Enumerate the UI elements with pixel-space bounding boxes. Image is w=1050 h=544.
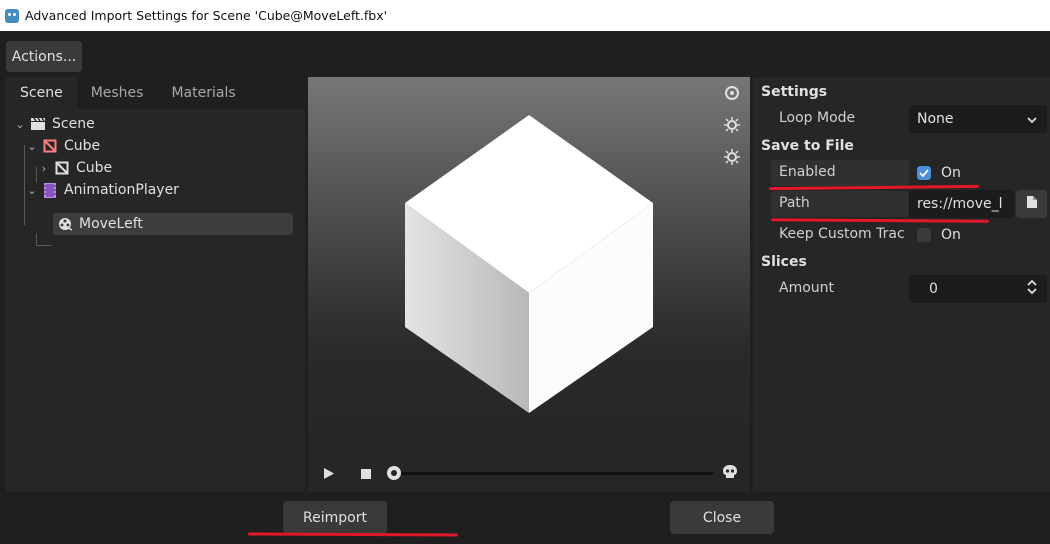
scene-tree: ⌄ Scene ⌄ Cube › Cube ⌄ AnimationPlayer … (6, 109, 305, 492)
preview-viewport[interactable] (308, 77, 750, 453)
path-label: Path (779, 195, 810, 211)
tree-guide-line (36, 245, 52, 246)
chevron-down-icon (1027, 111, 1037, 127)
checkbox-empty-icon (917, 228, 931, 242)
window-title: Advanced Import Settings for Scene 'Cube… (25, 8, 388, 23)
play-icon[interactable] (324, 467, 334, 483)
animation-player-icon (42, 182, 58, 198)
chevron-right-icon[interactable]: › (38, 162, 50, 175)
tree-guide-line (36, 233, 37, 245)
save-to-file-header: Save to File (761, 138, 854, 154)
tab-scene[interactable]: Scene (6, 77, 77, 109)
tree-item-label: Scene (52, 116, 95, 132)
file-icon (1026, 196, 1037, 212)
reimport-button[interactable]: Reimport (283, 501, 387, 534)
actions-button[interactable]: Actions... (6, 41, 82, 72)
mesh-icon (54, 160, 70, 176)
tab-bar: Scene Meshes Materials (6, 77, 305, 109)
title-bar: Advanced Import Settings for Scene 'Cube… (0, 0, 1050, 31)
stop-icon[interactable] (361, 467, 371, 483)
import-dialog: Actions... Scene Meshes Materials ⌄ Scen… (0, 31, 1050, 544)
chevron-down-icon[interactable]: ⌄ (26, 184, 38, 197)
amount-label: Amount (779, 280, 835, 296)
node3d-icon (42, 138, 58, 154)
keep-custom-tracks-value: On (941, 227, 961, 243)
godot-icon (5, 8, 19, 23)
light-rotate-icon[interactable] (724, 85, 740, 101)
enabled-checkbox[interactable]: On (909, 159, 1047, 187)
tree-item-move-left[interactable]: MoveLeft (53, 213, 293, 235)
amount-value: 0 (929, 281, 938, 297)
updown-arrows-icon[interactable] (1027, 279, 1037, 298)
animation-playbar (308, 453, 750, 492)
close-button[interactable]: Close (670, 501, 774, 534)
skeleton-icon[interactable] (723, 465, 737, 484)
scene-tree-panel: Scene Meshes Materials ⌄ Scene ⌄ Cube › … (6, 77, 305, 492)
tree-item-scene[interactable]: ⌄ Scene (14, 113, 95, 135)
tree-item-animation-player[interactable]: ⌄ AnimationPlayer (26, 179, 179, 201)
chevron-down-icon[interactable]: ⌄ (26, 140, 38, 153)
tree-item-cube-node[interactable]: ⌄ Cube (26, 135, 100, 157)
file-browse-button[interactable] (1016, 190, 1047, 218)
settings-header: Settings (761, 84, 828, 100)
cube-preview (405, 115, 653, 413)
light-1-icon[interactable] (724, 117, 740, 133)
tree-item-cube-mesh[interactable]: › Cube (38, 157, 112, 179)
tree-item-label: MoveLeft (79, 216, 143, 232)
animation-timeline-slider[interactable] (394, 472, 714, 475)
light-2-icon[interactable] (724, 149, 740, 165)
tree-guide-line (24, 145, 25, 225)
path-value: res://move_l (917, 196, 1003, 212)
checkmark-icon (917, 166, 931, 180)
keep-custom-tracks-checkbox[interactable]: On (909, 221, 1047, 249)
annotation-underline-reimport (247, 532, 459, 537)
clapperboard-icon (30, 116, 46, 132)
tab-materials[interactable]: Materials (157, 77, 249, 109)
tab-meshes[interactable]: Meshes (77, 77, 158, 109)
loop-mode-value: None (917, 111, 954, 127)
path-input[interactable]: res://move_l (909, 190, 1014, 218)
animation-icon (57, 216, 73, 232)
loop-mode-dropdown[interactable]: None (909, 105, 1047, 133)
import-settings-panel: Settings Loop Mode None Save to File Ena… (753, 77, 1050, 492)
loop-mode-label: Loop Mode (779, 110, 856, 126)
keep-custom-tracks-label: Keep Custom Trac (779, 226, 905, 242)
enabled-value: On (941, 165, 961, 181)
enabled-label: Enabled (779, 164, 836, 180)
timeline-grabber[interactable] (387, 466, 401, 480)
amount-spinbox[interactable]: 0 (909, 275, 1047, 303)
tree-item-label: Cube (76, 160, 113, 176)
chevron-down-icon[interactable]: ⌄ (14, 118, 26, 131)
tree-item-label: AnimationPlayer (64, 182, 179, 198)
tree-item-label: Cube (64, 138, 101, 154)
slices-header: Slices (761, 254, 807, 270)
